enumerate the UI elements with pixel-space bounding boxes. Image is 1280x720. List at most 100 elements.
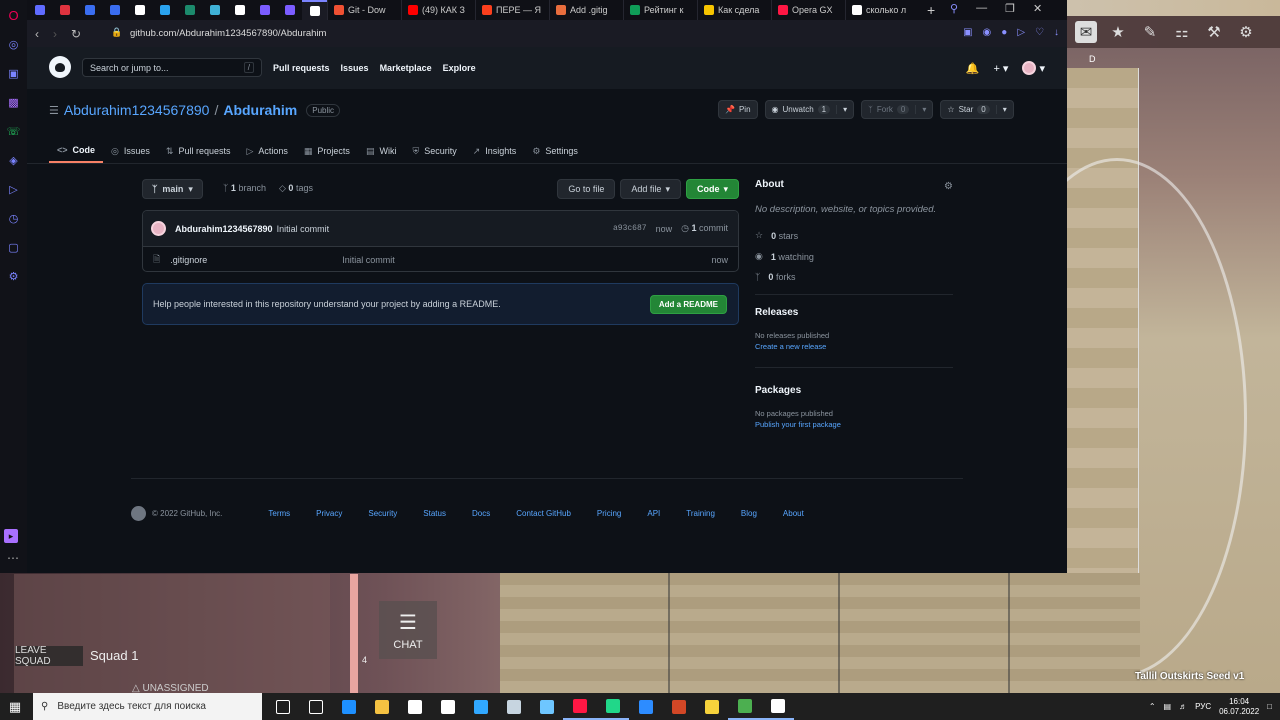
gear-icon[interactable]: ⚙ — [944, 181, 953, 192]
browser-tab[interactable]: (49) КАК З — [401, 0, 475, 20]
speech-icon[interactable]: ⚏ — [1171, 21, 1193, 43]
browser-tab[interactable]: Git - Dow — [327, 0, 401, 20]
footer-link-privacy[interactable]: Privacy — [316, 509, 342, 518]
github-logo-icon[interactable] — [49, 56, 71, 78]
commits-link[interactable]: ◷ 1 commit — [681, 223, 728, 234]
browser-tab[interactable] — [52, 0, 77, 20]
pin-button[interactable]: 📌 Pin — [718, 100, 758, 119]
chat-bubble-icon[interactable]: ✉ — [1075, 21, 1097, 43]
fork-button[interactable]: ᛉ Fork 0 ▾ — [861, 100, 934, 119]
settings-gear-icon[interactable]: ⚙ — [1235, 21, 1257, 43]
speed-dial-icon[interactable]: ◎ — [5, 35, 23, 53]
bell-icon[interactable]: 🔔 — [966, 62, 980, 75]
heart-icon[interactable]: ♡ — [1035, 27, 1044, 38]
search-input[interactable]: Search or jump to... / — [82, 58, 262, 77]
clock[interactable]: 16:04 06.07.2022 — [1219, 697, 1259, 717]
volume-icon[interactable]: ♬ — [1179, 702, 1187, 711]
footer-link-contact-github[interactable]: Contact GitHub — [516, 509, 571, 518]
opera-logo-icon[interactable]: O — [5, 6, 23, 24]
browser-tab[interactable]: Как сдела — [697, 0, 771, 20]
stars-stat[interactable]: ☆ 0 stars — [755, 230, 953, 241]
settings-icon[interactable]: ⚙ — [5, 267, 23, 285]
tab-pull-requests[interactable]: ⇅ Pull requests — [158, 139, 239, 163]
minimize-icon[interactable]: — — [976, 2, 987, 15]
download-icon[interactable]: ↓ — [1054, 27, 1059, 38]
browser-tab[interactable] — [302, 0, 327, 20]
avatar[interactable] — [151, 221, 166, 236]
player-icon[interactable]: ▷ — [5, 180, 23, 198]
releases-heading[interactable]: Releases — [755, 307, 953, 318]
star-icon[interactable]: ★ — [1107, 21, 1129, 43]
tags-link[interactable]: ◇ 0 tags — [279, 183, 313, 194]
taskbar-app[interactable] — [365, 693, 398, 720]
branch-select[interactable]: ᛉ main ▾ — [142, 179, 203, 199]
tab-actions[interactable]: ▷ Actions — [238, 139, 295, 163]
footer-link-training[interactable]: Training — [686, 509, 715, 518]
taskbar-app[interactable] — [464, 693, 497, 720]
file-row[interactable]: 🗎 .gitignore Initial commit now — [143, 247, 738, 271]
notifications-icon[interactable]: □ — [1267, 702, 1272, 711]
file-name[interactable]: .gitignore — [170, 255, 342, 265]
footer-link-api[interactable]: API — [647, 509, 660, 518]
forks-stat[interactable]: ᛉ0 forks — [755, 272, 953, 282]
tool-icon[interactable]: ✎ — [1139, 21, 1161, 43]
browser-tab[interactable] — [252, 0, 277, 20]
tab-wiki[interactable]: ▤ Wiki — [358, 139, 405, 163]
packages-heading[interactable]: Packages — [755, 385, 953, 396]
taskbar-app[interactable] — [629, 693, 662, 720]
taskbar-app[interactable] — [728, 693, 761, 720]
taskbar-app[interactable] — [497, 693, 530, 720]
commit-author[interactable]: Abdurahim1234567890 — [175, 224, 273, 234]
taskbar-search[interactable]: ⚲ Введите здесь текст для поиска — [33, 693, 262, 720]
adblock-icon[interactable]: ● — [1001, 27, 1007, 38]
nav-pull-requests[interactable]: Pull requests — [273, 63, 330, 73]
browser-tab[interactable] — [102, 0, 127, 20]
publish-package-link[interactable]: Publish your first package — [755, 420, 953, 429]
star-button[interactable]: ☆ Star 0 ▾ — [940, 100, 1014, 119]
footer-link-status[interactable]: Status — [423, 509, 446, 518]
taskbar-app[interactable] — [761, 693, 794, 720]
chevron-up-icon[interactable]: ⌃ — [1149, 702, 1156, 711]
lock-icon[interactable]: 🔒 — [111, 27, 122, 38]
footer-link-about[interactable]: About — [783, 509, 804, 518]
back-icon[interactable]: ‹ — [35, 27, 39, 41]
history-icon[interactable]: ◷ — [5, 209, 23, 227]
tab-security[interactable]: ⛨ Security — [404, 139, 464, 163]
taskbar-app[interactable] — [530, 693, 563, 720]
browser-tab[interactable] — [127, 0, 152, 20]
chat-button[interactable]: ☰ CHAT — [379, 601, 437, 659]
twitch-icon[interactable]: ▩ — [5, 93, 23, 111]
go-to-file-button[interactable]: Go to file — [557, 179, 616, 199]
browser-tab[interactable]: сколько л — [845, 0, 919, 20]
messenger-icon[interactable]: ◈ — [5, 151, 23, 169]
tab-code[interactable]: <> Code — [49, 139, 104, 163]
snapshot-icon[interactable]: ▣ — [963, 27, 972, 38]
create-release-link[interactable]: Create a new release — [755, 342, 953, 351]
browser-tab[interactable] — [152, 0, 177, 20]
repo-name-link[interactable]: Abdurahim — [223, 102, 297, 118]
tab-settings[interactable]: ⚙ Settings — [524, 139, 586, 163]
language-indicator[interactable]: РУС — [1195, 702, 1211, 711]
new-tab-icon[interactable]: + — [919, 2, 943, 18]
footer-link-blog[interactable]: Blog — [741, 509, 757, 518]
url-field[interactable]: github.com/Abdurahim1234567890/Abdurahim — [130, 28, 326, 39]
restore-icon[interactable]: ❐ — [1005, 2, 1015, 15]
browser-tab[interactable] — [227, 0, 252, 20]
add-file-button[interactable]: Add file ▾ — [620, 179, 681, 199]
search-tabs-icon[interactable]: ⚲ — [950, 2, 958, 15]
taskbar-app[interactable] — [563, 693, 596, 720]
taskbar-app[interactable] — [431, 693, 464, 720]
browser-tab[interactable]: Add .gitig — [549, 0, 623, 20]
tab-insights[interactable]: ↗ Insights — [465, 139, 525, 163]
nav-marketplace[interactable]: Marketplace — [380, 63, 432, 73]
taskbar-app[interactable] — [695, 693, 728, 720]
whatsapp-icon[interactable]: ☏ — [5, 122, 23, 140]
browser-tab[interactable] — [27, 0, 52, 20]
browser-tab[interactable] — [177, 0, 202, 20]
nav-issues[interactable]: Issues — [341, 63, 369, 73]
windows-start-icon[interactable]: ▦ — [0, 693, 30, 720]
vpn-icon[interactable]: ▷ — [1017, 27, 1025, 38]
github-mark-icon[interactable] — [131, 506, 146, 521]
extensions-icon[interactable]: ▢ — [5, 238, 23, 256]
browser-tab[interactable]: Рейтинг к — [623, 0, 697, 20]
